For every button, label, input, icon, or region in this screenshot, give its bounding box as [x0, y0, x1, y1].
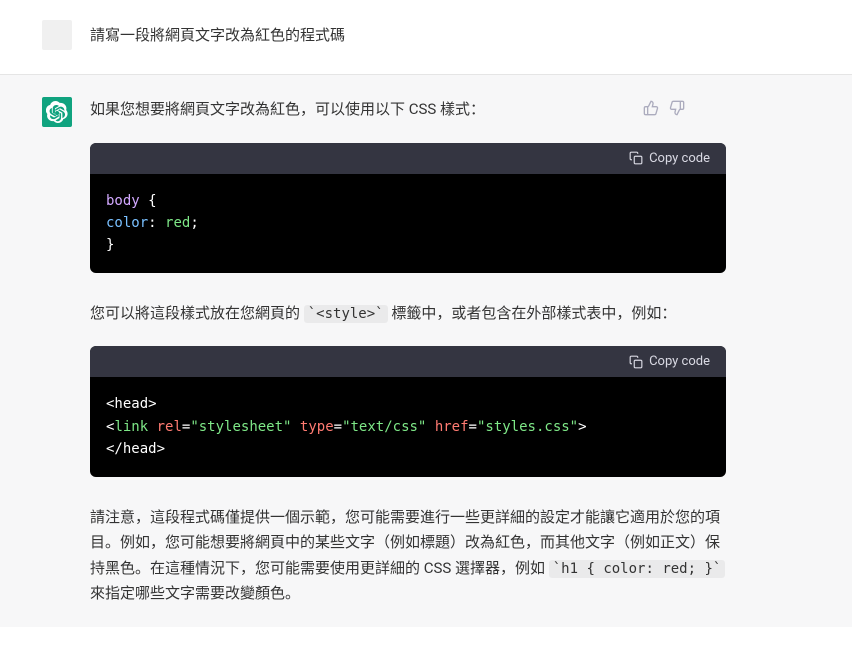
user-avatar	[42, 20, 72, 50]
openai-logo-icon	[46, 101, 68, 123]
thumbs-down-icon	[669, 100, 685, 116]
assistant-avatar	[42, 97, 72, 127]
thumbs-up-button[interactable]	[642, 99, 660, 117]
code-content-2: <head> <link rel="stylesheet" type="text…	[90, 377, 726, 476]
assistant-content: 如果您想要將網頁文字改為紅色，可以使用以下 CSS 樣式：	[90, 97, 750, 607]
user-message-text: 請寫一段將網頁文字改為紅色的程式碼	[90, 20, 345, 50]
clipboard-icon	[629, 355, 643, 369]
inline-code: `h1 { color: red; }`	[549, 560, 726, 578]
feedback-buttons	[642, 97, 726, 117]
thumbs-up-icon	[643, 100, 659, 116]
copy-code-button[interactable]: Copy code	[629, 354, 710, 369]
code-block-1: Copy code body { color: red;}	[90, 143, 726, 273]
inline-code: `<style>`	[304, 305, 388, 323]
assistant-message: 如果您想要將網頁文字改為紅色，可以使用以下 CSS 樣式：	[0, 75, 852, 627]
code-content-1: body { color: red;}	[90, 174, 726, 273]
copy-code-button[interactable]: Copy code	[629, 151, 710, 166]
assistant-outro-text: 請注意，這段程式碼僅提供一個示範，您可能需要進行一些更詳細的設定才能讓它適用於您…	[90, 505, 726, 607]
code-header: Copy code	[90, 346, 726, 377]
assistant-middle-text: 您可以將這段樣式放在您網頁的 `<style>` 標籤中，或者包含在外部樣式表中…	[90, 301, 726, 327]
user-message: 請寫一段將網頁文字改為紅色的程式碼	[0, 0, 852, 75]
clipboard-icon	[629, 151, 643, 165]
copy-label: Copy code	[649, 151, 710, 166]
code-header: Copy code	[90, 143, 726, 174]
code-block-2: Copy code <head> <link rel="stylesheet" …	[90, 346, 726, 476]
assistant-intro-text: 如果您想要將網頁文字改為紅色，可以使用以下 CSS 樣式：	[90, 97, 485, 123]
thumbs-down-button[interactable]	[668, 99, 686, 117]
copy-label: Copy code	[649, 354, 710, 369]
